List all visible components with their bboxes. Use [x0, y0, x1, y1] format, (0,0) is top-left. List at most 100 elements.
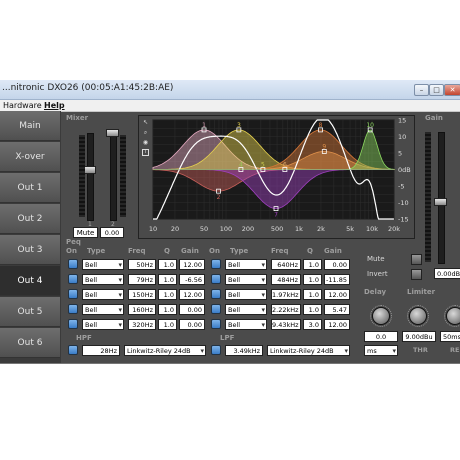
peq-band-7-on[interactable] [211, 274, 221, 284]
sidebar-item-out-3[interactable]: Out 3 [0, 235, 60, 265]
delay-knob[interactable] [370, 305, 392, 327]
sidebar-item-x-over[interactable]: X-over [0, 142, 60, 172]
peq-band-8-q[interactable]: 1.0 [303, 289, 322, 300]
peq-band-7-freq[interactable]: 484Hz [271, 274, 301, 285]
peq-band-7-type[interactable]: Bell [225, 274, 267, 285]
peq-band-1-q[interactable]: 1.0 [158, 259, 177, 270]
sidebar-item-out-4[interactable]: Out 4 [0, 266, 60, 296]
hpf-freq[interactable]: 28Hz [82, 345, 120, 356]
peq-header-on: On [66, 247, 77, 255]
maximize-button[interactable]: □ [429, 84, 444, 96]
sidebar-item-out-6[interactable]: Out 6 [0, 328, 60, 358]
peq-band-3-on[interactable] [68, 289, 78, 299]
peq-band-5-gain[interactable]: 0.00 [179, 319, 205, 330]
mixer-label: Mixer [66, 114, 89, 122]
peq-band-1-type[interactable]: Bell [82, 259, 124, 270]
peq-band-10-gain[interactable]: 12.00 [324, 319, 350, 330]
y-tick-label: -10 [398, 199, 409, 207]
minimize-button[interactable]: – [414, 84, 429, 96]
peq-band-9-gain[interactable]: 5.47 [324, 304, 350, 315]
peq-band-5-on[interactable] [68, 319, 78, 329]
sidebar-item-out-2[interactable]: Out 2 [0, 204, 60, 234]
menu-help[interactable]: Help [44, 100, 65, 111]
peq-header-type: Type [87, 247, 106, 255]
lpf-on[interactable] [211, 345, 221, 355]
peq-band-2-on[interactable] [68, 274, 78, 284]
sidebar-item-out-5[interactable]: Out 5 [0, 297, 60, 327]
peq-band-5-q[interactable]: 1.0 [158, 319, 177, 330]
peq-band-10-type[interactable]: Bell [225, 319, 267, 330]
mixer-fader-2-handle[interactable] [106, 129, 119, 137]
limiter-thr-label: THR [413, 346, 428, 354]
peq-header-gain: Gain [181, 247, 199, 255]
peq-band-5-type[interactable]: Bell [82, 319, 124, 330]
peq-band-4-on[interactable] [68, 304, 78, 314]
mute-toggle[interactable] [411, 254, 422, 265]
peq-band-10-on[interactable] [211, 319, 221, 329]
y-tick-label: -5 [398, 183, 404, 191]
peq-band-9-freq[interactable]: 2.22kHz [271, 304, 301, 315]
invert-toggle[interactable] [411, 269, 422, 280]
hpf-label: HPF [76, 334, 92, 342]
peq-band-3-freq[interactable]: 150Hz [128, 289, 156, 300]
band-7-marker-label: 7 [274, 212, 278, 219]
gain-value-field[interactable]: 0.00dB [434, 268, 460, 279]
peq-band-10-q[interactable]: 3.0 [303, 319, 322, 330]
peq-band-3-type[interactable]: Bell [82, 289, 124, 300]
delay-unit-select[interactable]: ms [364, 345, 398, 356]
peq-band-2-gain[interactable]: -6.56 [179, 274, 205, 285]
peq-band-5-freq[interactable]: 320Hz [128, 319, 156, 330]
peq-band-6-freq[interactable]: 640Hz [271, 259, 301, 270]
eq-graph[interactable]: ↖ ⌕ ◉ T 15 10 5 0dB -5 -10 -15 10 20 50 100 200 500… [138, 115, 415, 239]
peq-band-7-gain[interactable]: -11.85 [324, 274, 350, 285]
peq-band-3-q[interactable]: 1.0 [158, 289, 177, 300]
limiter-rel-value[interactable]: 50ms [440, 331, 460, 342]
menu-hardware[interactable]: Hardware [3, 100, 42, 111]
peq-band-10-freq[interactable]: 9.43kHz [271, 319, 301, 330]
peq-band-2-type[interactable]: Bell [82, 274, 124, 285]
limiter-thr-value[interactable]: 9.00dBu [402, 331, 436, 342]
peq-band-4-freq[interactable]: 160Hz [128, 304, 156, 315]
hpf-on[interactable] [68, 345, 78, 355]
peq-band-6-q[interactable]: 1.0 [303, 259, 322, 270]
peq-band-2-q[interactable]: 1.0 [158, 274, 177, 285]
peq-band-1-freq[interactable]: 50Hz [128, 259, 156, 270]
peq-band-2-freq[interactable]: 79Hz [128, 274, 156, 285]
mixer-mute-button[interactable]: Mute [73, 227, 98, 238]
mixer-level-field[interactable]: 0.00 [100, 227, 124, 238]
peq-band-8-on[interactable] [211, 289, 221, 299]
peq-band-1-on[interactable] [68, 259, 78, 269]
peq-band-8-gain[interactable]: 12.00 [324, 289, 350, 300]
peq-band-3-gain[interactable]: 12.00 [179, 289, 205, 300]
mixer-meter-2 [120, 135, 126, 217]
peq-band-4-gain[interactable]: 0.00 [179, 304, 205, 315]
peq-band-7-q[interactable]: 1.0 [303, 274, 322, 285]
peq-band-6-on[interactable] [211, 259, 221, 269]
peq-band-4-type[interactable]: Bell [82, 304, 124, 315]
close-button[interactable]: ✕ [444, 84, 460, 96]
x-tick-label: 20k [388, 225, 400, 233]
mixer-meter-1 [79, 135, 85, 217]
gain-fader-handle[interactable] [434, 198, 447, 206]
peq-band-6-gain[interactable]: 0.00 [324, 259, 350, 270]
delay-value[interactable]: 0.0 [364, 331, 398, 342]
limiter-rel-knob[interactable] [444, 305, 460, 327]
peq-band-9-q[interactable]: 1.0 [303, 304, 322, 315]
lpf-freq[interactable]: 3.49kHz [225, 345, 263, 356]
sidebar-item-out-1[interactable]: Out 1 [0, 173, 60, 203]
peq-band-1-gain[interactable]: 12.00 [179, 259, 205, 270]
peq-band-8-type[interactable]: Bell [225, 289, 267, 300]
lpf-type[interactable]: Linkwitz-Riley 24dB [267, 345, 350, 356]
peq-header-gain-2: Gain [324, 247, 342, 255]
sidebar-item-main[interactable]: Main [0, 111, 60, 141]
hpf-type[interactable]: Linkwitz-Riley 24dB [124, 345, 206, 356]
band-1-marker-label: 1 [202, 122, 206, 129]
gain-meter [425, 132, 431, 262]
peq-band-9-on[interactable] [211, 304, 221, 314]
limiter-thr-knob[interactable] [407, 305, 429, 327]
peq-band-4-q[interactable]: 1.0 [158, 304, 177, 315]
peq-band-8-freq[interactable]: 1.97kHz [271, 289, 301, 300]
peq-header-on-2: On [209, 247, 220, 255]
peq-band-9-type[interactable]: Bell [225, 304, 267, 315]
peq-band-6-type[interactable]: Bell [225, 259, 267, 270]
